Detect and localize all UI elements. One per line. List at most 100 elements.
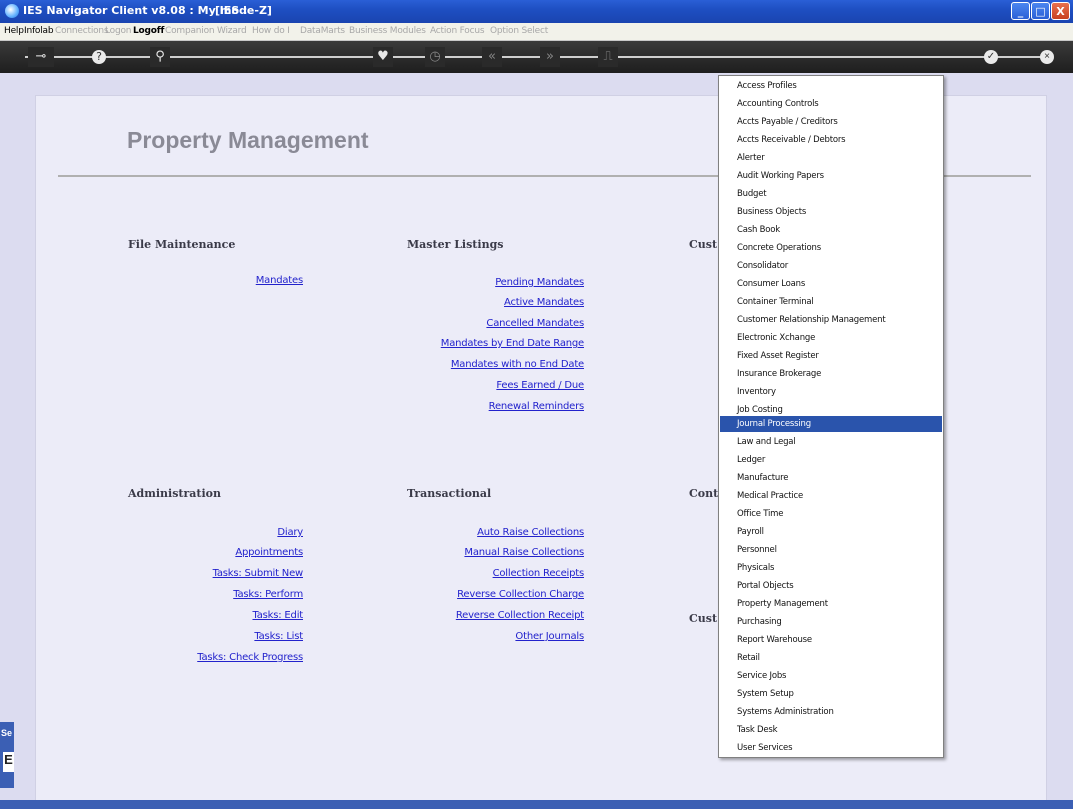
cont-heading: Cont — [689, 487, 719, 500]
dropdown-item-accounting-controls[interactable]: Accounting Controls — [720, 96, 942, 112]
dropdown-item-consolidator[interactable]: Consolidator — [720, 258, 942, 274]
dropdown-item-business-objects[interactable]: Business Objects — [720, 204, 942, 220]
dropdown-item-cash-book[interactable]: Cash Book — [720, 222, 942, 238]
dropdown-item-personnel[interactable]: Personnel — [720, 542, 942, 558]
dropdown-item-office-time[interactable]: Office Time — [720, 506, 942, 522]
dropdown-item-property-management[interactable]: Property Management — [720, 596, 942, 612]
dropdown-item-portal-objects[interactable]: Portal Objects — [720, 578, 942, 594]
collection-receipts-link[interactable]: Collection Receipts — [493, 568, 585, 579]
dropdown-item-manufacture[interactable]: Manufacture — [720, 470, 942, 486]
dropdown-item-user-services[interactable]: User Services — [720, 740, 942, 756]
dropdown-item-electronic-xchange[interactable]: Electronic Xchange — [720, 330, 942, 346]
active-mandates-link[interactable]: Active Mandates — [504, 297, 584, 308]
key-icon[interactable]: ⊸ — [28, 47, 54, 67]
cust-heading-top: Cust — [689, 238, 718, 251]
toolbar: ⊸ ? ⚲ ♥ ◷ « » ⎍ ✓ × — [0, 41, 1073, 73]
menu-datamarts[interactable]: DataMarts — [300, 26, 345, 36]
manual-raise-collections-link[interactable]: Manual Raise Collections — [464, 547, 584, 558]
dropdown-item-medical-practice[interactable]: Medical Practice — [720, 488, 942, 504]
dropdown-item-budget[interactable]: Budget — [720, 186, 942, 202]
renewal-reminders-link[interactable]: Renewal Reminders — [489, 401, 585, 412]
clock-icon[interactable]: ◷ — [425, 47, 445, 67]
fees-earned-link[interactable]: Fees Earned / Due — [496, 380, 584, 391]
pending-mandates-link[interactable]: Pending Mandates — [495, 277, 584, 288]
menu-logon[interactable]: Logon — [105, 26, 131, 36]
dropdown-item-task-desk[interactable]: Task Desk — [720, 722, 942, 738]
forward-icon[interactable]: » — [540, 47, 560, 67]
side-panel-tab[interactable]: Se E — [0, 722, 14, 788]
page-title: Property Management — [127, 127, 369, 153]
dropdown-item-insurance-brokerage[interactable]: Insurance Brokerage — [720, 366, 942, 382]
heart-icon[interactable]: ♥ — [373, 47, 393, 67]
maximize-button[interactable]: □ — [1031, 2, 1050, 20]
business-modules-dropdown: Access Profiles Accounting Controls Acct… — [718, 75, 944, 758]
close-window-button[interactable]: X — [1051, 2, 1070, 20]
menu-infolab[interactable]: Infolab — [24, 26, 54, 36]
page-icon[interactable]: ⎍ — [598, 47, 618, 67]
tasks-list-link[interactable]: Tasks: List — [254, 631, 303, 642]
check-icon[interactable]: ✓ — [984, 50, 998, 64]
reverse-collection-charge-link[interactable]: Reverse Collection Charge — [457, 589, 584, 600]
close-icon[interactable]: × — [1040, 50, 1054, 64]
dropdown-item-inventory[interactable]: Inventory — [720, 384, 942, 400]
dropdown-item-law-and-legal[interactable]: Law and Legal — [720, 434, 942, 450]
menu-help[interactable]: Help — [4, 26, 24, 36]
toolbar-line — [25, 56, 1048, 58]
menu-wizard[interactable]: Wizard — [217, 26, 247, 36]
dropdown-item-accts-payable[interactable]: Accts Payable / Creditors — [720, 114, 942, 130]
menu-business-modules[interactable]: Business Modules — [349, 26, 426, 36]
tasks-check-progress-link[interactable]: Tasks: Check Progress — [197, 652, 303, 663]
dropdown-item-accts-receivable[interactable]: Accts Receivable / Debtors — [720, 132, 942, 148]
dropdown-item-purchasing[interactable]: Purchasing — [720, 614, 942, 630]
dropdown-item-audit-working-papers[interactable]: Audit Working Papers — [720, 168, 942, 184]
appointments-link[interactable]: Appointments — [235, 547, 303, 558]
mandates-link[interactable]: Mandates — [256, 275, 303, 286]
menu-how-do-i[interactable]: How do I — [252, 26, 290, 36]
dropdown-item-ledger[interactable]: Ledger — [720, 452, 942, 468]
dropdown-item-system-setup[interactable]: System Setup — [720, 686, 942, 702]
dropdown-item-journal-processing[interactable]: Journal Processing — [720, 416, 942, 432]
dropdown-item-fixed-asset-register[interactable]: Fixed Asset Register — [720, 348, 942, 364]
reverse-collection-receipt-link[interactable]: Reverse Collection Receipt — [456, 610, 584, 621]
administration-heading: Administration — [128, 487, 222, 500]
app-window: IES Navigator Client v8.08 : My IES : [m… — [0, 0, 1073, 809]
tasks-submit-new-link[interactable]: Tasks: Submit New — [213, 568, 304, 579]
side-panel-letter: E — [3, 752, 14, 772]
dropdown-item-crm[interactable]: Customer Relationship Management — [720, 312, 942, 328]
tasks-perform-link[interactable]: Tasks: Perform — [233, 589, 303, 600]
dropdown-item-payroll[interactable]: Payroll — [720, 524, 942, 540]
transactional-heading: Transactional — [407, 487, 492, 500]
cancelled-mandates-link[interactable]: Cancelled Mandates — [486, 318, 584, 329]
minimize-button[interactable]: _ — [1011, 2, 1030, 20]
diary-link[interactable]: Diary — [277, 527, 303, 538]
menu-connections[interactable]: Connections — [55, 26, 109, 36]
cust-heading-bottom: Cust — [689, 612, 718, 625]
dropdown-item-service-jobs[interactable]: Service Jobs — [720, 668, 942, 684]
menu-option-select[interactable]: Option Select — [490, 26, 548, 36]
dropdown-item-container-terminal[interactable]: Container Terminal — [720, 294, 942, 310]
mandates-no-end-date-link[interactable]: Mandates with no End Date — [451, 359, 584, 370]
menu-action-focus[interactable]: Action Focus — [430, 26, 485, 36]
master-listings-heading: Master Listings — [407, 238, 504, 251]
dropdown-item-retail[interactable]: Retail — [720, 650, 942, 666]
dropdown-item-physicals[interactable]: Physicals — [720, 560, 942, 576]
bottom-frame — [0, 800, 1073, 809]
tasks-edit-link[interactable]: Tasks: Edit — [252, 610, 303, 621]
dropdown-item-alerter[interactable]: Alerter — [720, 150, 942, 166]
menu-bar: Help Infolab Connections Logon Logoff Co… — [0, 23, 1073, 41]
auto-raise-collections-link[interactable]: Auto Raise Collections — [477, 527, 584, 538]
search-icon[interactable]: ⚲ — [150, 47, 170, 67]
dropdown-item-systems-administration[interactable]: Systems Administration — [720, 704, 942, 720]
dropdown-item-concrete-operations[interactable]: Concrete Operations — [720, 240, 942, 256]
menu-companion[interactable]: Companion — [165, 26, 215, 36]
menu-logoff[interactable]: Logoff — [133, 26, 164, 36]
dropdown-item-consumer-loans[interactable]: Consumer Loans — [720, 276, 942, 292]
other-journals-link[interactable]: Other Journals — [515, 631, 584, 642]
dropdown-item-access-profiles[interactable]: Access Profiles — [720, 78, 942, 94]
dropdown-item-report-warehouse[interactable]: Report Warehouse — [720, 632, 942, 648]
help-icon[interactable]: ? — [92, 50, 106, 64]
file-maintenance-heading: File Maintenance — [128, 238, 236, 251]
mandates-by-end-date-link[interactable]: Mandates by End Date Range — [441, 338, 584, 349]
back-icon[interactable]: « — [482, 47, 502, 67]
side-panel-label: Se — [1, 728, 13, 738]
